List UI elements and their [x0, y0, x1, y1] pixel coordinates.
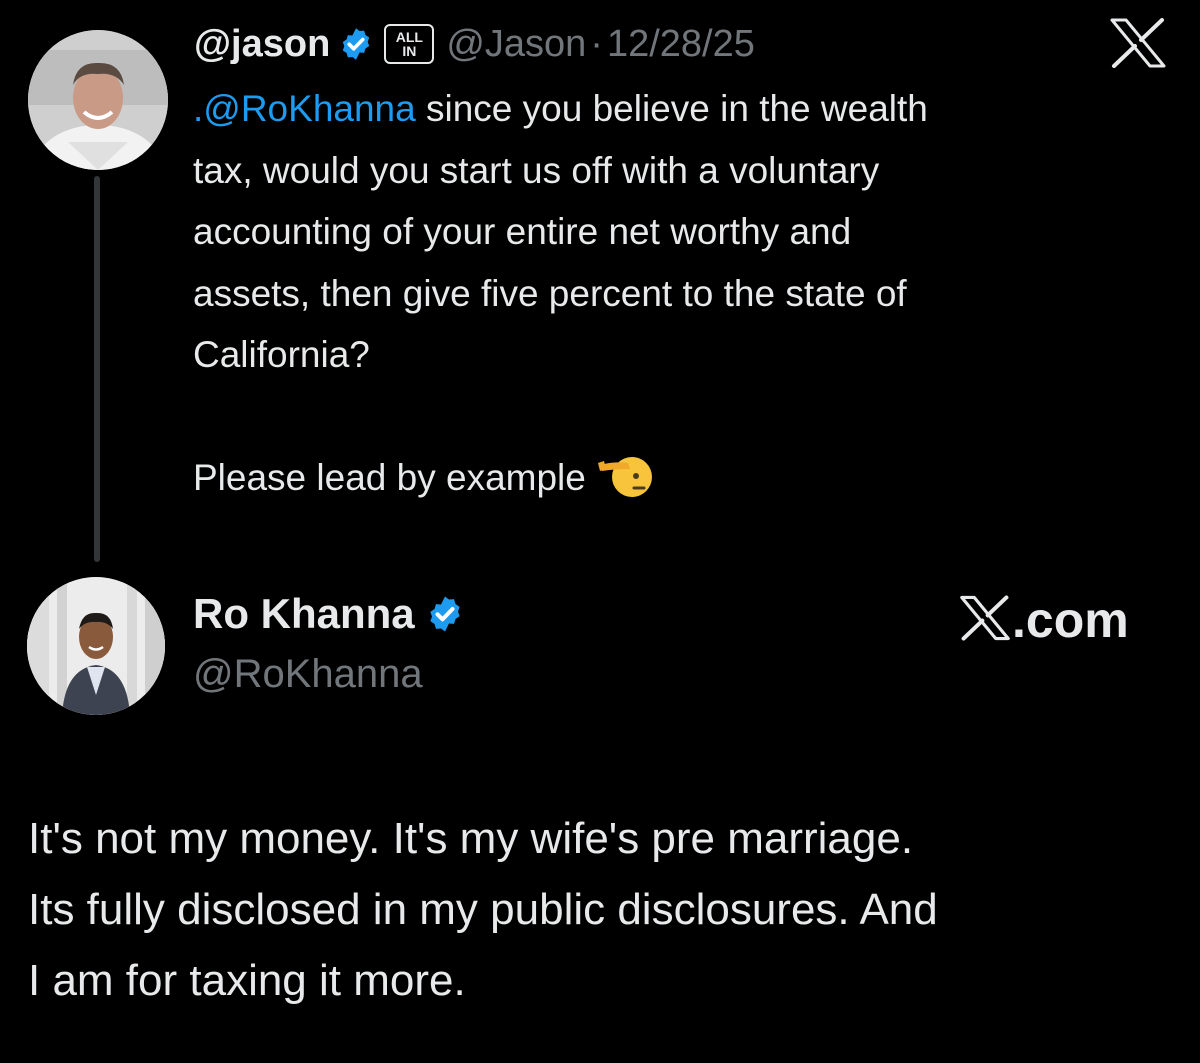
saluting-face-emoji-icon — [596, 449, 656, 499]
affiliate-badge-line1: ALL — [395, 29, 423, 45]
source-domain-text: .com — [1012, 592, 1129, 648]
quoted-handle[interactable]: @Jason — [446, 23, 586, 66]
affiliate-badge-icon[interactable]: ALL IN — [384, 24, 435, 64]
verified-badge-icon — [425, 594, 465, 634]
thread-connector-line — [94, 176, 100, 562]
tweet-line: tax, would you start us off with a volun… — [193, 149, 880, 191]
reply-line: Its fully disclosed in my public disclos… — [28, 885, 938, 934]
reply-display-name[interactable]: Ro Khanna — [193, 590, 415, 638]
x-logo-icon — [960, 594, 1010, 646]
tweet-line-text: since you believe in the wealth — [415, 88, 928, 129]
tweet-line: Please lead by example — [193, 447, 1173, 509]
quoted-display-name[interactable]: @jason — [194, 23, 330, 66]
tweet-line: assets, then give five percent to the st… — [193, 272, 907, 314]
verified-badge-icon — [338, 26, 374, 62]
source-label: .com — [960, 590, 1129, 650]
quoted-tweet-body: .@RoKhanna since you believe in the weal… — [193, 78, 1173, 509]
header-separator: · — [590, 22, 603, 65]
closing-text: Please lead by example — [193, 457, 586, 498]
tweet-line: accounting of your entire net worthy and — [193, 211, 852, 252]
reply-handle[interactable]: @RoKhanna — [193, 652, 423, 697]
affiliate-badge-line2: IN — [402, 43, 417, 59]
mention-link[interactable]: .@RoKhanna — [193, 88, 416, 129]
tweet-line: .@RoKhanna since you believe in the weal… — [193, 78, 1173, 140]
tweet-date[interactable]: 12/28/25 — [607, 23, 755, 66]
avatar-ro-khanna[interactable] — [27, 577, 165, 715]
reply-tweet-body: It's not my money. It's my wife's pre ma… — [28, 803, 1178, 1016]
reply-line: It's not my money. It's my wife's pre ma… — [28, 814, 914, 863]
reply-author-row: Ro Khanna — [193, 590, 465, 638]
avatar-jason[interactable] — [28, 30, 168, 170]
tweet-line: California? — [193, 334, 370, 375]
quoted-tweet-header: @jason ALL IN @Jason · 12/28/25 — [194, 16, 755, 72]
x-logo-icon[interactable] — [1110, 18, 1166, 68]
reply-line: I am for taxing it more. — [28, 956, 466, 1005]
